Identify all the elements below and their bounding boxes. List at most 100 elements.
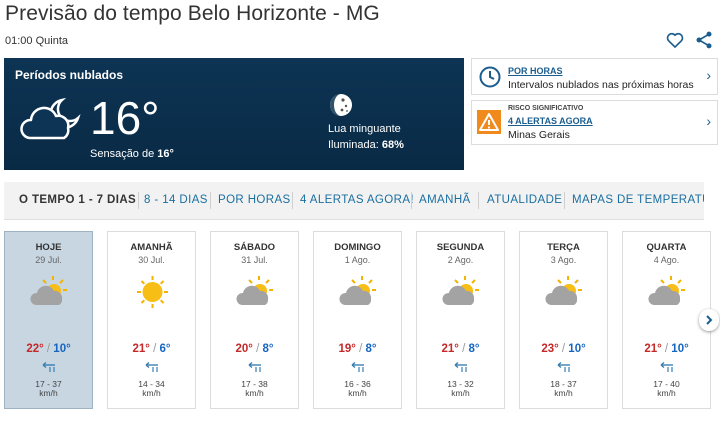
day-date: 30 Jul.	[138, 255, 165, 265]
heart-icon[interactable]	[665, 30, 685, 50]
day-card[interactable]: SÁBADO 31 Jul. 20° / 8° 17 - 38 km/h	[210, 231, 299, 409]
wind-icon	[350, 361, 368, 375]
forecast-tabs: O TEMPO 1 - 7 DIAS 8 - 14 DIAS POR HORAS…	[4, 182, 704, 220]
min-temp: 10°	[568, 343, 586, 355]
hourly-summary: Intervalos nublados nas próximas horas	[508, 79, 694, 91]
wind-unit: km/h	[39, 388, 58, 398]
temp-separator: /	[661, 343, 672, 355]
day-name: DOMINGO	[334, 242, 381, 253]
alerts-region: Minas Gerais	[508, 129, 570, 141]
feels-like-label: Sensação de	[90, 148, 155, 160]
current-condition: Períodos nublados	[15, 68, 124, 82]
day-temperatures: 21° / 8°	[417, 343, 504, 355]
wind-icon	[41, 361, 59, 375]
day-date: 1 Ago.	[344, 255, 371, 265]
next-days-button[interactable]	[699, 309, 719, 331]
min-temp: 8°	[262, 343, 274, 355]
partly-cloudy-night-icon	[20, 97, 81, 140]
tab-temperature-maps[interactable]: MAPAS DE TEMPERATURA	[572, 194, 704, 206]
wind-unit: km/h	[142, 388, 161, 398]
wind-unit: km/h	[245, 388, 264, 398]
wind-icon	[659, 361, 677, 375]
chevron-right-icon	[706, 315, 713, 325]
share-icon[interactable]	[694, 30, 714, 50]
day-card[interactable]: DOMINGO 1 Ago. 19° / 8° 16 - 36 km/h	[313, 231, 402, 409]
tab-hourly[interactable]: POR HORAS	[218, 194, 291, 206]
feels-like: Sensação de 16°	[90, 148, 174, 160]
max-temp: 19°	[338, 343, 356, 355]
wind-unit: km/h	[554, 388, 573, 398]
min-temp: 8°	[365, 343, 377, 355]
tab-divider	[411, 192, 412, 209]
day-card[interactable]: AMANHÃ 30 Jul. 21° / 6° 14 - 34 km/h	[107, 231, 196, 409]
tab-divider	[210, 192, 211, 209]
tab-alerts[interactable]: 4 ALERTAS AGORA!	[300, 194, 414, 206]
min-temp: 8°	[468, 343, 480, 355]
wind-icon	[144, 361, 162, 375]
moon-illumination: Iluminada: 68%	[328, 139, 404, 151]
alerts-risk-label: RISCO SIGNIFICATIVO	[508, 105, 584, 112]
chevron-right-icon[interactable]: ›	[706, 113, 711, 129]
partly-cloudy-icon	[545, 276, 582, 305]
max-temp: 21°	[441, 343, 459, 355]
day-name: AMANHÃ	[130, 242, 173, 253]
wind-unit: km/h	[657, 388, 676, 398]
day-card[interactable]: SEGUNDA 2 Ago. 21° / 8° 13 - 32 km/h	[416, 231, 505, 409]
alerts-link[interactable]: 4 ALERTAS AGORA	[508, 116, 593, 126]
day-card[interactable]: HOJE 29 Jul. 22° / 10° 17 - 37 km/h	[4, 231, 93, 409]
chevron-right-icon[interactable]: ›	[706, 67, 711, 83]
day-name: HOJE	[35, 242, 62, 253]
wind-icon	[247, 361, 265, 375]
hourly-link[interactable]: POR HORAS	[508, 66, 563, 76]
max-temp: 20°	[235, 343, 253, 355]
day-temperatures: 23° / 10°	[520, 343, 607, 355]
page-title: Previsão do tempo Belo Horizonte - MG	[5, 2, 380, 25]
moon-phase: Lua minguante	[328, 123, 401, 135]
day-date: 2 Ago.	[447, 255, 474, 265]
day-name: TERÇA	[547, 242, 580, 253]
sunny-icon	[137, 276, 168, 308]
current-conditions-card: Períodos nublados 16° Sensação de 16° Lu…	[4, 58, 464, 170]
moon-illumination-value: 68%	[381, 139, 404, 151]
day-date: 31 Jul.	[241, 255, 268, 265]
max-temp: 23°	[541, 343, 559, 355]
wind-unit: km/h	[451, 388, 470, 398]
partly-cloudy-icon	[648, 276, 685, 305]
day-temperatures: 21° / 10°	[623, 343, 710, 355]
tab-divider	[292, 192, 293, 209]
wind-unit: km/h	[348, 388, 367, 398]
page-subtitle: 01:00 Quinta	[5, 35, 68, 47]
alerts-card[interactable]: RISCO SIGNIFICATIVO 4 ALERTAS AGORA Mina…	[471, 100, 718, 145]
tab-divider	[564, 192, 565, 209]
tab-tomorrow[interactable]: AMANHÃ	[419, 194, 471, 206]
tab-1-7-days[interactable]: O TEMPO 1 - 7 DIAS	[19, 194, 136, 206]
temp-separator: /	[43, 343, 54, 355]
tab-8-14-days[interactable]: 8 - 14 DIAS	[144, 194, 208, 206]
partly-cloudy-icon	[30, 276, 67, 305]
day-name: SÁBADO	[233, 242, 276, 253]
wind-icon	[453, 361, 471, 375]
min-temp: 10°	[53, 343, 71, 355]
hourly-card[interactable]: POR HORAS Intervalos nublados nas próxim…	[471, 58, 718, 95]
warning-icon	[477, 110, 501, 134]
max-temp: 22°	[26, 343, 44, 355]
day-date: 4 Ago.	[653, 255, 680, 265]
min-temp: 6°	[159, 343, 171, 355]
max-temp: 21°	[132, 343, 150, 355]
clock-icon	[479, 66, 501, 88]
tab-divider	[478, 192, 479, 209]
day-name: QUARTA	[646, 242, 687, 253]
partly-cloudy-icon	[236, 276, 273, 305]
max-temp: 21°	[644, 343, 662, 355]
day-name: SEGUNDA	[436, 242, 485, 253]
temp-separator: /	[558, 343, 569, 355]
wind-icon	[556, 361, 574, 375]
day-temperatures: 19° / 8°	[314, 343, 401, 355]
day-card[interactable]: QUARTA 4 Ago. 21° / 10° 17 - 40 km/h	[622, 231, 711, 409]
moon-illumination-label: Iluminada:	[328, 139, 379, 151]
day-card[interactable]: TERÇA 3 Ago. 23° / 10° 18 - 37 km/h	[519, 231, 608, 409]
tab-divider	[138, 192, 139, 209]
tab-news[interactable]: ATUALIDADE	[487, 194, 562, 206]
day-temperatures: 21° / 6°	[108, 343, 195, 355]
moon-icon	[330, 94, 352, 116]
